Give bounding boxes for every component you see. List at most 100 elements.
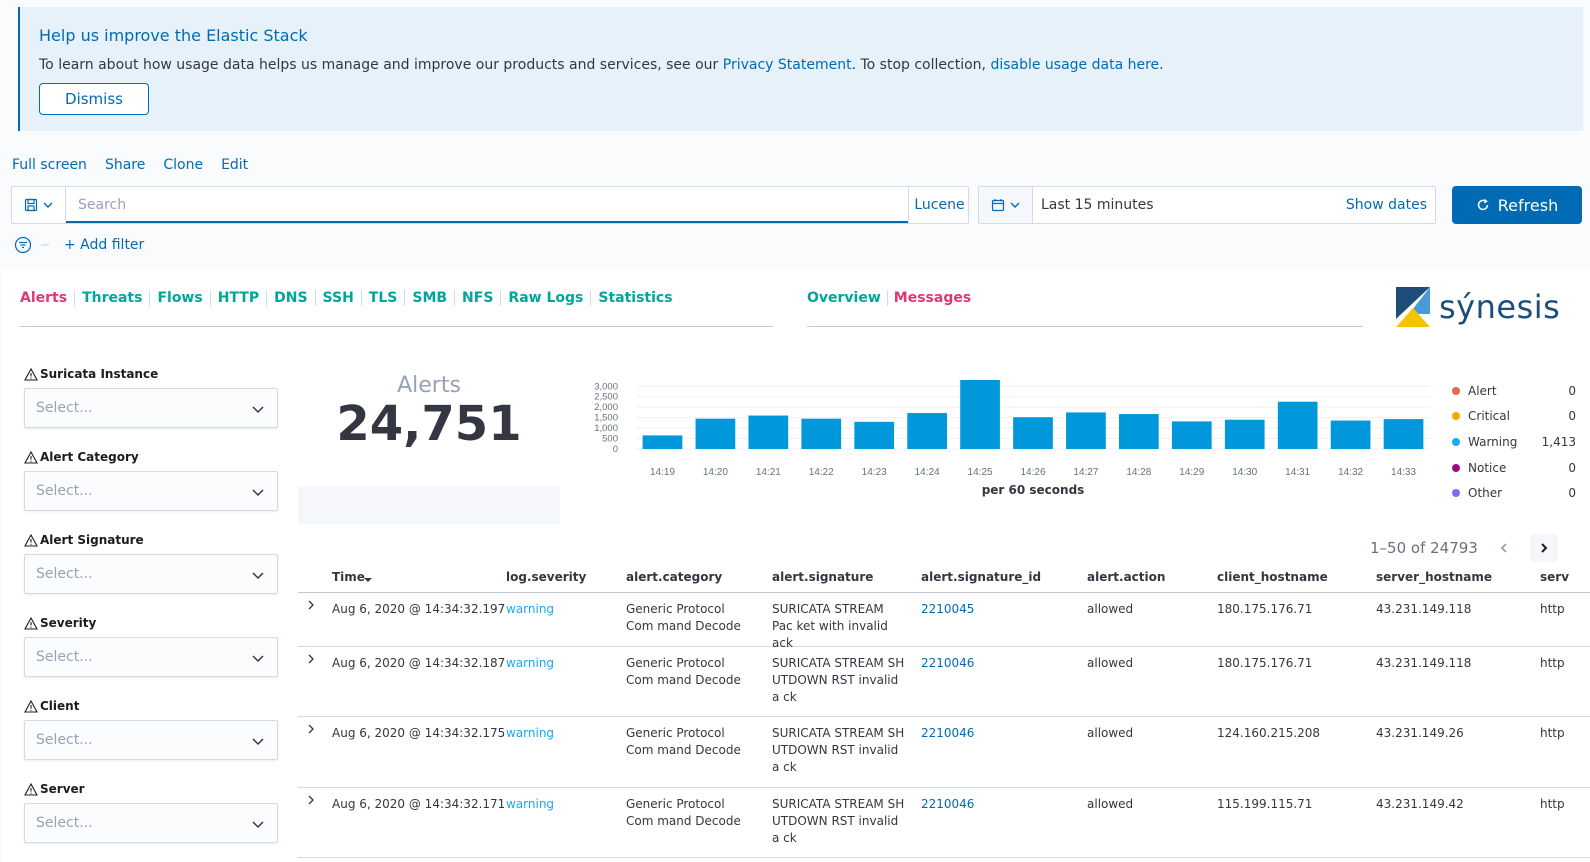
nav-link-smb[interactable]: SMB [404,290,454,306]
column-header-alert-signature-id[interactable]: alert.signature_id [921,570,1041,584]
full-screen-link[interactable]: Full screen [12,157,87,173]
cell-severity[interactable]: warning [506,725,554,742]
privacy-statement-link[interactable]: Privacy Statement [723,57,852,73]
cell-client: 180.175.176.71 [1217,656,1313,670]
expand-row-icon[interactable] [306,794,316,811]
edit-link[interactable]: Edit [221,157,248,173]
legend-item-critical[interactable]: Critical 0 [1452,404,1576,430]
control-select[interactable]: Select... [24,554,278,594]
table-row: Aug 6, 2020 @ 14:34:32.187 warning Generic… [298,647,1590,717]
legend-item-warning[interactable]: Warning 1,413 [1452,429,1576,455]
control-select[interactable]: Select... [24,803,278,843]
clone-link[interactable]: Clone [163,157,203,173]
cell-severity[interactable]: warning [506,601,554,618]
column-header-alert-action[interactable]: alert.action [1087,570,1165,584]
cell-severity[interactable]: warning [506,655,554,672]
nav-link-overview[interactable]: Overview [807,290,887,306]
next-page-button[interactable] [1529,534,1558,562]
cell-signature-id[interactable]: 2210046 [921,725,974,742]
control-label: Severity [24,615,278,631]
cell-time: Aug 6, 2020 @ 14:34:32.175 [332,726,506,740]
column-header-server-hostname[interactable]: server_hostname [1376,570,1492,584]
nav-link-ssh[interactable]: SSH [314,290,361,306]
y-tick-label: 1,000 [594,423,618,434]
quick-select-button[interactable] [979,187,1033,223]
query-language-button[interactable]: Lucene [908,187,970,223]
add-filter-button[interactable]: + Add filter [64,237,144,253]
nav-link-flows[interactable]: Flows [149,290,209,306]
bar-14:25 [960,380,1000,449]
expand-row-icon[interactable] [306,653,316,670]
chevron-down-icon [1010,202,1019,208]
cell-serv: http [1540,726,1565,740]
show-dates-button[interactable]: Show dates [1346,187,1427,223]
pager-text: 1–50 of 24793 [1370,539,1478,557]
metric-value: 24,751 [336,396,522,452]
control-select[interactable]: Select... [24,637,278,677]
legend-value: 0 [1568,383,1576,398]
disable-usage-link[interactable]: disable usage data here [990,57,1159,73]
nav-link-alerts[interactable]: Alerts [20,290,74,306]
nav-link-dns[interactable]: DNS [266,290,314,306]
table-row: Aug 6, 2020 @ 14:34:32.171 warning Generic… [298,788,1590,858]
expand-row-icon[interactable] [306,723,316,740]
sort-desc-icon[interactable] [363,575,373,585]
cell-severity[interactable]: warning [506,796,554,813]
bar-14:32 [1330,420,1371,449]
control-alert-category: Alert Category Select... [24,449,278,511]
time-range-label[interactable]: Last 15 minutes [1041,187,1154,223]
x-tick-label: 14:22 [809,467,834,478]
column-header-Time[interactable]: Time [332,570,365,584]
bar-14:33 [1383,419,1424,449]
legend-item-other[interactable]: Other 0 [1452,480,1576,506]
control-placeholder: Select... [36,400,93,416]
control-server: Server Select... [24,781,278,843]
nav-link-messages[interactable]: Messages [886,290,977,306]
legend-item-notice[interactable]: Notice 0 [1452,455,1576,481]
control-severity: Severity Select... [24,615,278,677]
filter-icon[interactable] [14,236,32,254]
column-header-serv[interactable]: serv [1540,570,1569,584]
refresh-button[interactable]: Refresh [1452,186,1582,224]
metric-label: Alerts [397,373,461,398]
control-select[interactable]: Select... [24,720,278,760]
legend-dot [1452,489,1460,498]
callout-text: To learn about how usage data helps us m… [39,57,723,73]
cell-signature-id[interactable]: 2210046 [921,655,974,672]
alerts-table: Time log.severity alert.category alert.sign… [298,566,1590,858]
warning-icon [24,533,38,547]
x-tick-label: 14:20 [703,467,728,478]
cell-signature-id[interactable]: 2210045 [921,601,974,618]
search-input[interactable]: Search [66,187,908,223]
prev-page-button[interactable] [1490,534,1518,562]
nav-link-tls[interactable]: TLS [360,290,405,306]
share-link[interactable]: Share [105,157,145,173]
control-select[interactable]: Select... [24,471,278,511]
bar-14:27 [1066,412,1106,449]
y-tick-label: 2,500 [594,392,618,403]
legend-name: Warning [1468,434,1518,449]
alerts-histogram: 3,0002,5002,0001,5001,0005000 14:19 14:20 1… [594,380,1430,497]
cell-server: 43.231.149.118 [1376,602,1472,616]
bar-14:30 [1224,419,1265,449]
control-select[interactable]: Select... [24,388,278,428]
column-header-client-hostname[interactable]: client_hostname [1217,570,1328,584]
dismiss-button[interactable]: Dismiss [39,83,149,115]
saved-query-button[interactable] [12,187,66,223]
nav-link-raw-logs[interactable]: Raw Logs [500,290,590,306]
nav-link-threats[interactable]: Threats [74,290,149,306]
nav-link-http[interactable]: HTTP [209,290,266,306]
cell-signature-id[interactable]: 2210046 [921,796,974,813]
control-label: Alert Category [24,449,278,465]
cell-signature: SURICATA STREAM Pac ket with invalid ack [772,602,888,650]
column-header-alert-signature[interactable]: alert.signature [772,570,873,584]
cell-server: 43.231.149.118 [1376,656,1472,670]
expand-row-icon[interactable] [306,599,316,616]
column-header-log-severity[interactable]: log.severity [506,570,586,584]
column-header-alert-category[interactable]: alert.category [626,570,722,584]
control-label-text: Client [40,699,80,713]
legend-item-alert[interactable]: Alert 0 [1452,378,1576,404]
control-label-text: Suricata Instance [40,367,159,381]
nav-link-statistics[interactable]: Statistics [590,290,679,306]
nav-link-nfs[interactable]: NFS [454,290,500,306]
